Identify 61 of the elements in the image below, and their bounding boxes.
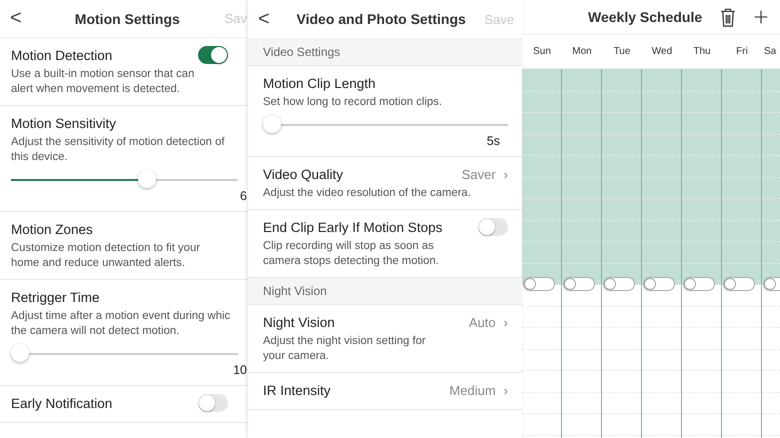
setting-value: Saver — [462, 166, 496, 182]
trash-icon[interactable] — [720, 8, 736, 26]
setting-title: End Clip Early If Motion Stops — [263, 220, 442, 234]
toggle-switch[interactable] — [723, 277, 755, 291]
chevron-icon: › — [504, 314, 508, 330]
toggle-switch[interactable] — [643, 277, 675, 291]
slider-thumb[interactable] — [138, 170, 156, 188]
slider-value: 10 — [233, 363, 247, 377]
section-header: Video Settings — [263, 45, 340, 59]
day-label: Sun — [532, 46, 552, 57]
schedule-block[interactable] — [682, 69, 721, 285]
schedule-block[interactable] — [722, 69, 761, 285]
screen-title: Motion Settings — [74, 10, 181, 26]
chevron-icon: › — [504, 166, 508, 182]
toggle-switch[interactable] — [683, 277, 715, 291]
slider-value: 5s — [486, 134, 500, 148]
setting-title: Motion Zones — [11, 222, 93, 236]
schedule-block[interactable] — [602, 69, 641, 285]
chevron-icon: › — [504, 382, 508, 398]
plus-icon[interactable] — [754, 10, 768, 24]
setting-description: Customize motion detection to fit your home and reduce unwanted alerts. — [11, 241, 201, 271]
toggle-switch[interactable] — [478, 218, 508, 236]
setting-description: Use a built-in motion sensor that can alert when movement is detected. — [11, 67, 196, 97]
day-label: Mon — [571, 46, 593, 57]
setting-description: Adjust time after a motion event during whic the camera will not detect motion. — [11, 309, 232, 339]
schedule-block[interactable] — [562, 69, 601, 285]
schedule-block[interactable] — [642, 69, 681, 285]
toggle-switch[interactable] — [563, 277, 595, 291]
slider-thumb[interactable] — [263, 115, 281, 133]
setting-value: Auto — [468, 314, 496, 330]
toggle-switch[interactable] — [523, 277, 555, 291]
back-button[interactable]: < — [10, 7, 30, 30]
setting-title: IR Intensity — [263, 382, 331, 398]
setting-title: Motion Clip Length — [263, 76, 376, 90]
slider-thumb[interactable] — [11, 344, 29, 362]
schedule-block[interactable] — [522, 69, 561, 285]
toggle-switch[interactable] — [198, 46, 228, 64]
toggle-switch[interactable] — [603, 277, 635, 291]
setting-description: Adjust the night vision setting for your camera. — [263, 334, 427, 364]
slider-value: 6 — [240, 189, 247, 203]
toggle-switch[interactable] — [198, 394, 228, 412]
setting-title: Night Vision — [263, 314, 335, 330]
setting-description: Adjust the sensitivity of motion detection of this device. — [11, 135, 226, 165]
setting-title: Motion Detection — [11, 48, 112, 62]
section-header: Night Vision — [263, 284, 327, 298]
setting-description: Adjust the video resolution of the camera. — [263, 186, 472, 201]
setting-title: Retrigger Time — [11, 290, 100, 304]
setting-title: Motion Sensitivity — [11, 116, 116, 130]
setting-description: Set how long to record motion clips. — [263, 95, 443, 110]
setting-description: Clip recording will stop as soon as camera stops detecting the motion. — [263, 239, 440, 269]
screen-title: Video and Photo Settings — [296, 11, 467, 27]
day-label: Wed — [650, 46, 674, 57]
setting-title: Early Notification — [11, 396, 112, 410]
day-label: Thu — [692, 46, 712, 57]
day-label: Sa — [763, 46, 778, 57]
screen-title: Weekly Schedule — [588, 9, 702, 25]
day-label: Tue — [612, 46, 632, 57]
day-label: Fri — [735, 46, 749, 57]
back-button[interactable]: < — [258, 8, 278, 30]
setting-title: Video Quality — [263, 166, 344, 182]
setting-value: Medium — [449, 382, 496, 398]
